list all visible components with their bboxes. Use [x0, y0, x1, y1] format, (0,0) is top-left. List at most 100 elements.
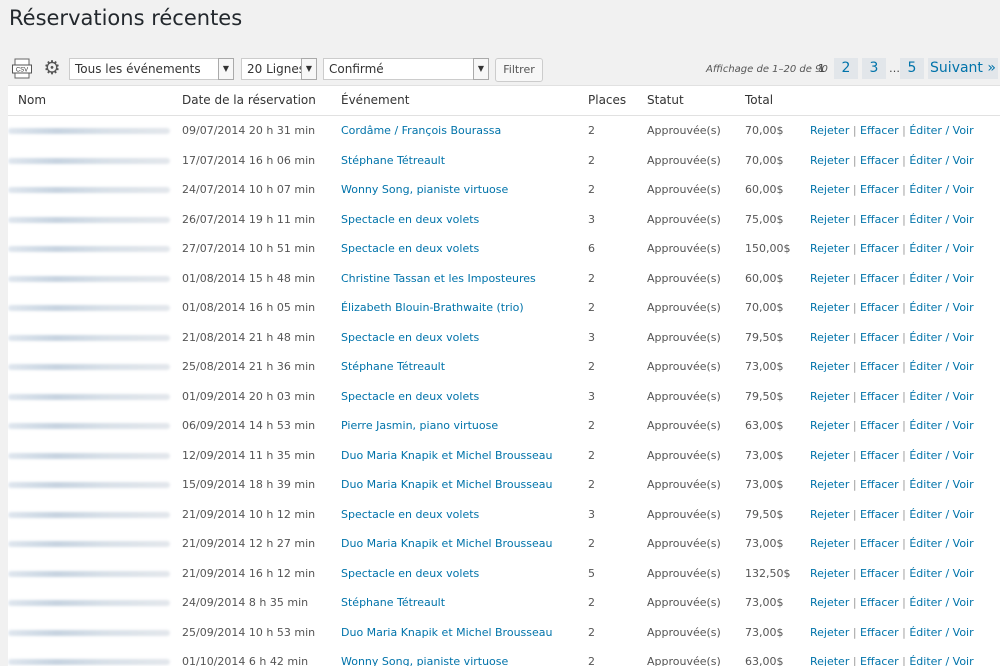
reject-link[interactable]: Rejeter	[810, 124, 849, 137]
reject-link[interactable]: Rejeter	[810, 537, 849, 550]
edit-view-link[interactable]: Éditer / Voir	[909, 537, 973, 550]
reject-link[interactable]: Rejeter	[810, 272, 849, 285]
edit-view-link[interactable]: Éditer / Voir	[909, 567, 973, 580]
delete-link[interactable]: Effacer	[860, 242, 899, 255]
filter-button[interactable]: Filtrer	[495, 58, 543, 82]
action-separator: |	[898, 330, 910, 344]
delete-link[interactable]: Effacer	[860, 537, 899, 550]
reject-link[interactable]: Rejeter	[810, 567, 849, 580]
edit-view-link[interactable]: Éditer / Voir	[909, 390, 973, 403]
delete-link[interactable]: Effacer	[860, 183, 899, 196]
edit-view-link[interactable]: Éditer / Voir	[909, 124, 973, 137]
action-separator: |	[849, 124, 861, 137]
edit-view-link[interactable]: Éditer / Voir	[909, 301, 973, 314]
edit-view-link[interactable]: Éditer / Voir	[909, 242, 973, 255]
delete-link[interactable]: Effacer	[860, 272, 899, 285]
reject-link[interactable]: Rejeter	[810, 626, 849, 639]
event-filter-select[interactable]: Tous les événements ▼	[69, 58, 234, 80]
column-header-name[interactable]: Nom	[18, 93, 46, 107]
event-link[interactable]: Spectacle en deux volets	[341, 508, 479, 521]
event-link[interactable]: Stéphane Tétreault	[341, 360, 445, 373]
event-link[interactable]: Spectacle en deux volets	[341, 242, 479, 255]
reject-link[interactable]: Rejeter	[810, 390, 849, 403]
delete-link[interactable]: Effacer	[860, 154, 899, 167]
reject-link[interactable]: Rejeter	[810, 301, 849, 314]
event-link[interactable]: Spectacle en deux volets	[341, 213, 479, 226]
event-link[interactable]: Pierre Jasmin, piano virtuose	[341, 419, 498, 432]
column-header-date[interactable]: Date de la réservation	[182, 93, 316, 107]
delete-link[interactable]: Effacer	[860, 213, 899, 226]
action-separator: |	[849, 301, 861, 314]
edit-view-link[interactable]: Éditer / Voir	[909, 272, 973, 285]
delete-link[interactable]: Effacer	[860, 567, 899, 580]
delete-link[interactable]: Effacer	[860, 301, 899, 314]
edit-view-link[interactable]: Éditer / Voir	[909, 331, 973, 344]
delete-link[interactable]: Effacer	[860, 449, 899, 462]
edit-view-link[interactable]: Éditer / Voir	[909, 419, 973, 432]
reject-link[interactable]: Rejeter	[810, 478, 849, 491]
edit-view-link[interactable]: Éditer / Voir	[909, 360, 973, 373]
event-link[interactable]: Wonny Song, pianiste virtuose	[341, 655, 508, 666]
event-link[interactable]: Christine Tassan et les Imposteures	[341, 272, 536, 285]
edit-view-link[interactable]: Éditer / Voir	[909, 655, 973, 666]
action-separator: |	[849, 242, 861, 255]
delete-link[interactable]: Effacer	[860, 508, 899, 521]
event-link[interactable]: Spectacle en deux volets	[341, 331, 479, 344]
page-link-2[interactable]: 2	[834, 58, 858, 79]
event-link[interactable]: Duo Maria Knapik et Michel Brousseau	[341, 478, 552, 491]
edit-view-link[interactable]: Éditer / Voir	[909, 596, 973, 609]
reject-link[interactable]: Rejeter	[810, 183, 849, 196]
page-link-3[interactable]: 3	[862, 58, 886, 79]
edit-view-link[interactable]: Éditer / Voir	[909, 626, 973, 639]
next-page-button[interactable]: Suivant »	[928, 58, 998, 79]
delete-link[interactable]: Effacer	[860, 360, 899, 373]
edit-view-link[interactable]: Éditer / Voir	[909, 478, 973, 491]
reject-link[interactable]: Rejeter	[810, 360, 849, 373]
reject-link[interactable]: Rejeter	[810, 331, 849, 344]
edit-view-link[interactable]: Éditer / Voir	[909, 154, 973, 167]
delete-link[interactable]: Effacer	[860, 419, 899, 432]
delete-link[interactable]: Effacer	[860, 390, 899, 403]
gear-icon[interactable]: ⚙	[42, 58, 62, 78]
event-link[interactable]: Duo Maria Knapik et Michel Brousseau	[341, 626, 552, 639]
event-link[interactable]: Duo Maria Knapik et Michel Brousseau	[341, 449, 552, 462]
delete-link[interactable]: Effacer	[860, 655, 899, 666]
reject-link[interactable]: Rejeter	[810, 242, 849, 255]
edit-view-link[interactable]: Éditer / Voir	[909, 183, 973, 196]
reject-link[interactable]: Rejeter	[810, 596, 849, 609]
event-link[interactable]: Duo Maria Knapik et Michel Brousseau	[341, 537, 552, 550]
reject-link[interactable]: Rejeter	[810, 655, 849, 666]
edit-view-link[interactable]: Éditer / Voir	[909, 508, 973, 521]
delete-link[interactable]: Effacer	[860, 478, 899, 491]
event-link[interactable]: Stéphane Tétreault	[341, 154, 445, 167]
event-link[interactable]: Stéphane Tétreault	[341, 596, 445, 609]
status-filter-select[interactable]: Confirmé ▼	[323, 58, 489, 80]
event-link[interactable]: Élizabeth Blouin-Brathwaite (trio)	[341, 301, 524, 314]
event-link[interactable]: Spectacle en deux volets	[341, 567, 479, 580]
reject-link[interactable]: Rejeter	[810, 508, 849, 521]
rows-per-page-select[interactable]: 20 Lignes ▼	[241, 58, 317, 80]
reject-link[interactable]: Rejeter	[810, 419, 849, 432]
reject-link[interactable]: Rejeter	[810, 449, 849, 462]
delete-link[interactable]: Effacer	[860, 331, 899, 344]
delete-link[interactable]: Effacer	[860, 626, 899, 639]
reservation-date: 21/08/2014 21 h 48 min	[182, 330, 316, 344]
reject-link[interactable]: Rejeter	[810, 154, 849, 167]
column-header-places[interactable]: Places	[588, 93, 626, 107]
delete-link[interactable]: Effacer	[860, 596, 899, 609]
event-link[interactable]: Spectacle en deux volets	[341, 390, 479, 403]
column-header-event[interactable]: Événement	[341, 93, 409, 107]
reject-link[interactable]: Rejeter	[810, 213, 849, 226]
csv-export-icon[interactable]: CSV	[12, 58, 32, 79]
edit-view-link[interactable]: Éditer / Voir	[909, 449, 973, 462]
edit-view-link[interactable]: Éditer / Voir	[909, 213, 973, 226]
total-amount: 63,00$	[745, 655, 784, 666]
status-text: Approuvée(s)	[647, 124, 721, 137]
column-header-status[interactable]: Statut	[647, 93, 684, 107]
total-amount: 60,00$	[745, 271, 784, 285]
event-link[interactable]: Wonny Song, pianiste virtuose	[341, 183, 508, 196]
column-header-total[interactable]: Total	[745, 93, 773, 107]
event-link[interactable]: Cordâme / François Bourassa	[341, 124, 501, 137]
delete-link[interactable]: Effacer	[860, 124, 899, 137]
page-link-5[interactable]: 5	[900, 58, 924, 79]
